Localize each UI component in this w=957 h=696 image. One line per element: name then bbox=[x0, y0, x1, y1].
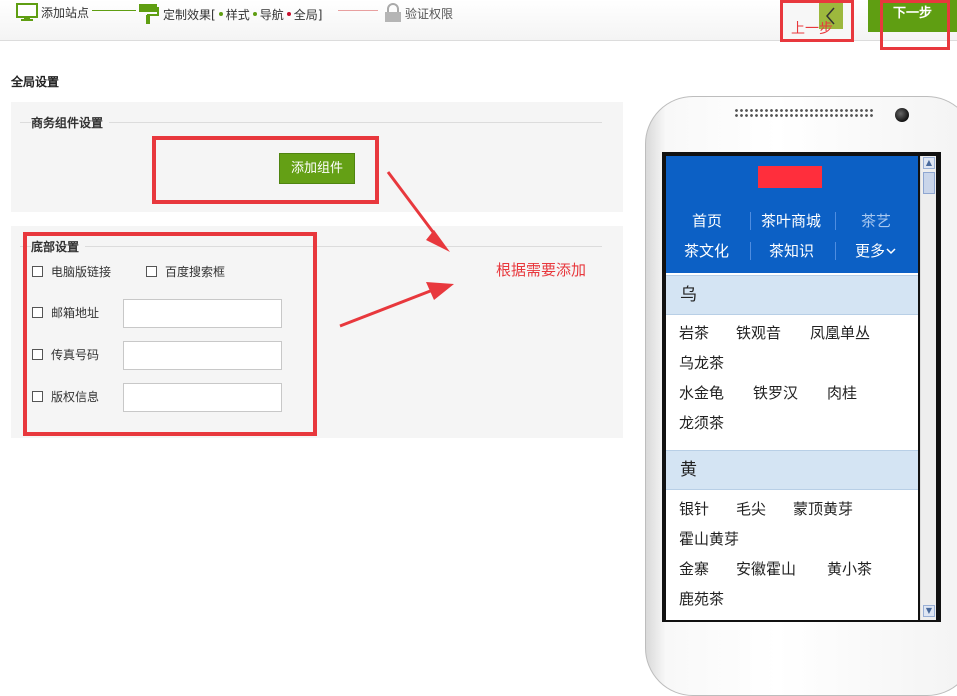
tea-item[interactable]: 岩茶 bbox=[679, 322, 709, 343]
prev-step-button[interactable]: 上一步 bbox=[780, 0, 854, 42]
tea-item[interactable]: 鹿苑茶 bbox=[679, 588, 724, 609]
fax-checkbox[interactable] bbox=[32, 349, 43, 360]
footer-settings-legend: 底部设置 bbox=[31, 238, 86, 255]
paint-roller-icon bbox=[139, 4, 159, 24]
step-verify: 验证权限 bbox=[384, 3, 453, 23]
mobile-nav-tea-art[interactable]: 茶艺 bbox=[861, 210, 891, 231]
phone-speaker bbox=[734, 108, 874, 118]
tea-item[interactable]: 蒙顶黄芽 bbox=[793, 498, 853, 519]
pc-link-label: 电脑版链接 bbox=[51, 265, 112, 279]
substep-global: 全局] bbox=[286, 6, 322, 23]
baidu-search-label: 百度搜索框 bbox=[165, 265, 226, 279]
step-connector bbox=[338, 10, 378, 11]
tea-item[interactable]: 安徽霍山 bbox=[736, 558, 796, 579]
tea-item[interactable]: 银针 bbox=[679, 498, 709, 519]
phone-camera bbox=[895, 108, 909, 122]
mobile-logo bbox=[758, 166, 822, 188]
business-components-legend: 商务组件设置 bbox=[31, 114, 110, 131]
substep-style: 样式 bbox=[218, 6, 250, 23]
tea-item[interactable]: 铁观音 bbox=[736, 322, 781, 343]
mobile-nav-home[interactable]: 首页 bbox=[692, 210, 722, 231]
annotation-text: 根据需要添加 bbox=[496, 261, 587, 279]
nav-separator bbox=[835, 212, 836, 230]
mobile-nav-more[interactable]: 更多 bbox=[855, 240, 897, 261]
tea-item[interactable]: 水金龟 bbox=[679, 382, 724, 403]
nav-separator bbox=[750, 242, 751, 260]
copyright-label: 版权信息 bbox=[51, 390, 100, 404]
step-customize-label: 定制效果[ bbox=[163, 7, 216, 22]
email-checkbox[interactable] bbox=[32, 307, 43, 318]
arrow-head-icon bbox=[426, 282, 454, 300]
fax-label: 传真号码 bbox=[51, 348, 100, 362]
scroll-up-icon[interactable]: ▲ bbox=[923, 157, 935, 169]
category-header: 乌 bbox=[666, 275, 918, 315]
lock-icon bbox=[385, 3, 401, 22]
mobile-nav-culture[interactable]: 茶文化 bbox=[684, 240, 729, 261]
tea-item[interactable]: 黄小茶 bbox=[827, 558, 872, 579]
category-header: 黄 bbox=[666, 450, 918, 490]
page-title: 全局设置 bbox=[11, 75, 60, 89]
tea-item[interactable]: 龙须茶 bbox=[679, 412, 724, 433]
mobile-nav-shop[interactable]: 茶叶商城 bbox=[761, 210, 821, 231]
email-label: 邮箱地址 bbox=[51, 306, 100, 320]
prev-step-label: 上一步 bbox=[791, 21, 833, 37]
copyright-checkbox[interactable] bbox=[32, 391, 43, 402]
footer-settings-panel bbox=[11, 226, 623, 438]
arrow-head-icon bbox=[426, 230, 450, 252]
mobile-header: 首页 茶叶商城 茶艺 茶文化 茶知识 更多 bbox=[666, 156, 918, 273]
mobile-nav-more-label: 更多 bbox=[855, 242, 886, 260]
step-connector bbox=[92, 10, 136, 11]
scroll-thumb[interactable] bbox=[923, 172, 935, 194]
scroll-down-icon[interactable]: ▼ bbox=[923, 605, 935, 617]
dot-icon bbox=[218, 12, 223, 16]
tea-item[interactable]: 肉桂 bbox=[827, 382, 857, 403]
dot-icon bbox=[286, 12, 291, 16]
tea-item[interactable]: 凤凰单丛 bbox=[810, 322, 870, 343]
mobile-screen: 首页 茶叶商城 茶艺 茶文化 茶知识 更多 乌 岩茶 铁观音 凤凰单丛 乌龙茶 … bbox=[666, 156, 918, 620]
chevron-down-icon bbox=[885, 242, 897, 260]
baidu-search-checkbox[interactable] bbox=[146, 266, 157, 277]
nav-separator bbox=[835, 242, 836, 260]
copyright-field[interactable] bbox=[123, 383, 282, 412]
divider bbox=[20, 246, 602, 247]
tea-item[interactable]: 霍山黄芽 bbox=[679, 528, 739, 549]
tea-item[interactable]: 铁罗汉 bbox=[753, 382, 798, 403]
pc-link-checkbox[interactable] bbox=[32, 266, 43, 277]
annotation-arrows bbox=[339, 171, 454, 328]
dot-icon bbox=[252, 12, 257, 16]
mobile-nav-knowledge[interactable]: 茶知识 bbox=[769, 240, 814, 261]
substep-nav: 导航 bbox=[252, 6, 284, 23]
tea-item[interactable]: 乌龙茶 bbox=[679, 352, 724, 373]
nav-separator bbox=[750, 212, 751, 230]
email-field[interactable] bbox=[123, 299, 282, 328]
step-add-site-label: 添加站点 bbox=[41, 5, 90, 20]
step-add-site: 添加站点 bbox=[16, 3, 89, 21]
tea-item[interactable]: 金寨 bbox=[679, 558, 709, 579]
preview-scrollbar[interactable]: ▲ ▼ bbox=[920, 156, 936, 620]
monitor-icon bbox=[16, 3, 38, 21]
tea-item[interactable]: 毛尖 bbox=[736, 498, 766, 519]
step-verify-label: 验证权限 bbox=[405, 6, 454, 21]
next-step-button[interactable]: 下一步 bbox=[868, 0, 957, 32]
step-customize: 定制效果[ 样式 导航 全局] bbox=[138, 3, 322, 25]
fax-field[interactable] bbox=[123, 341, 282, 370]
